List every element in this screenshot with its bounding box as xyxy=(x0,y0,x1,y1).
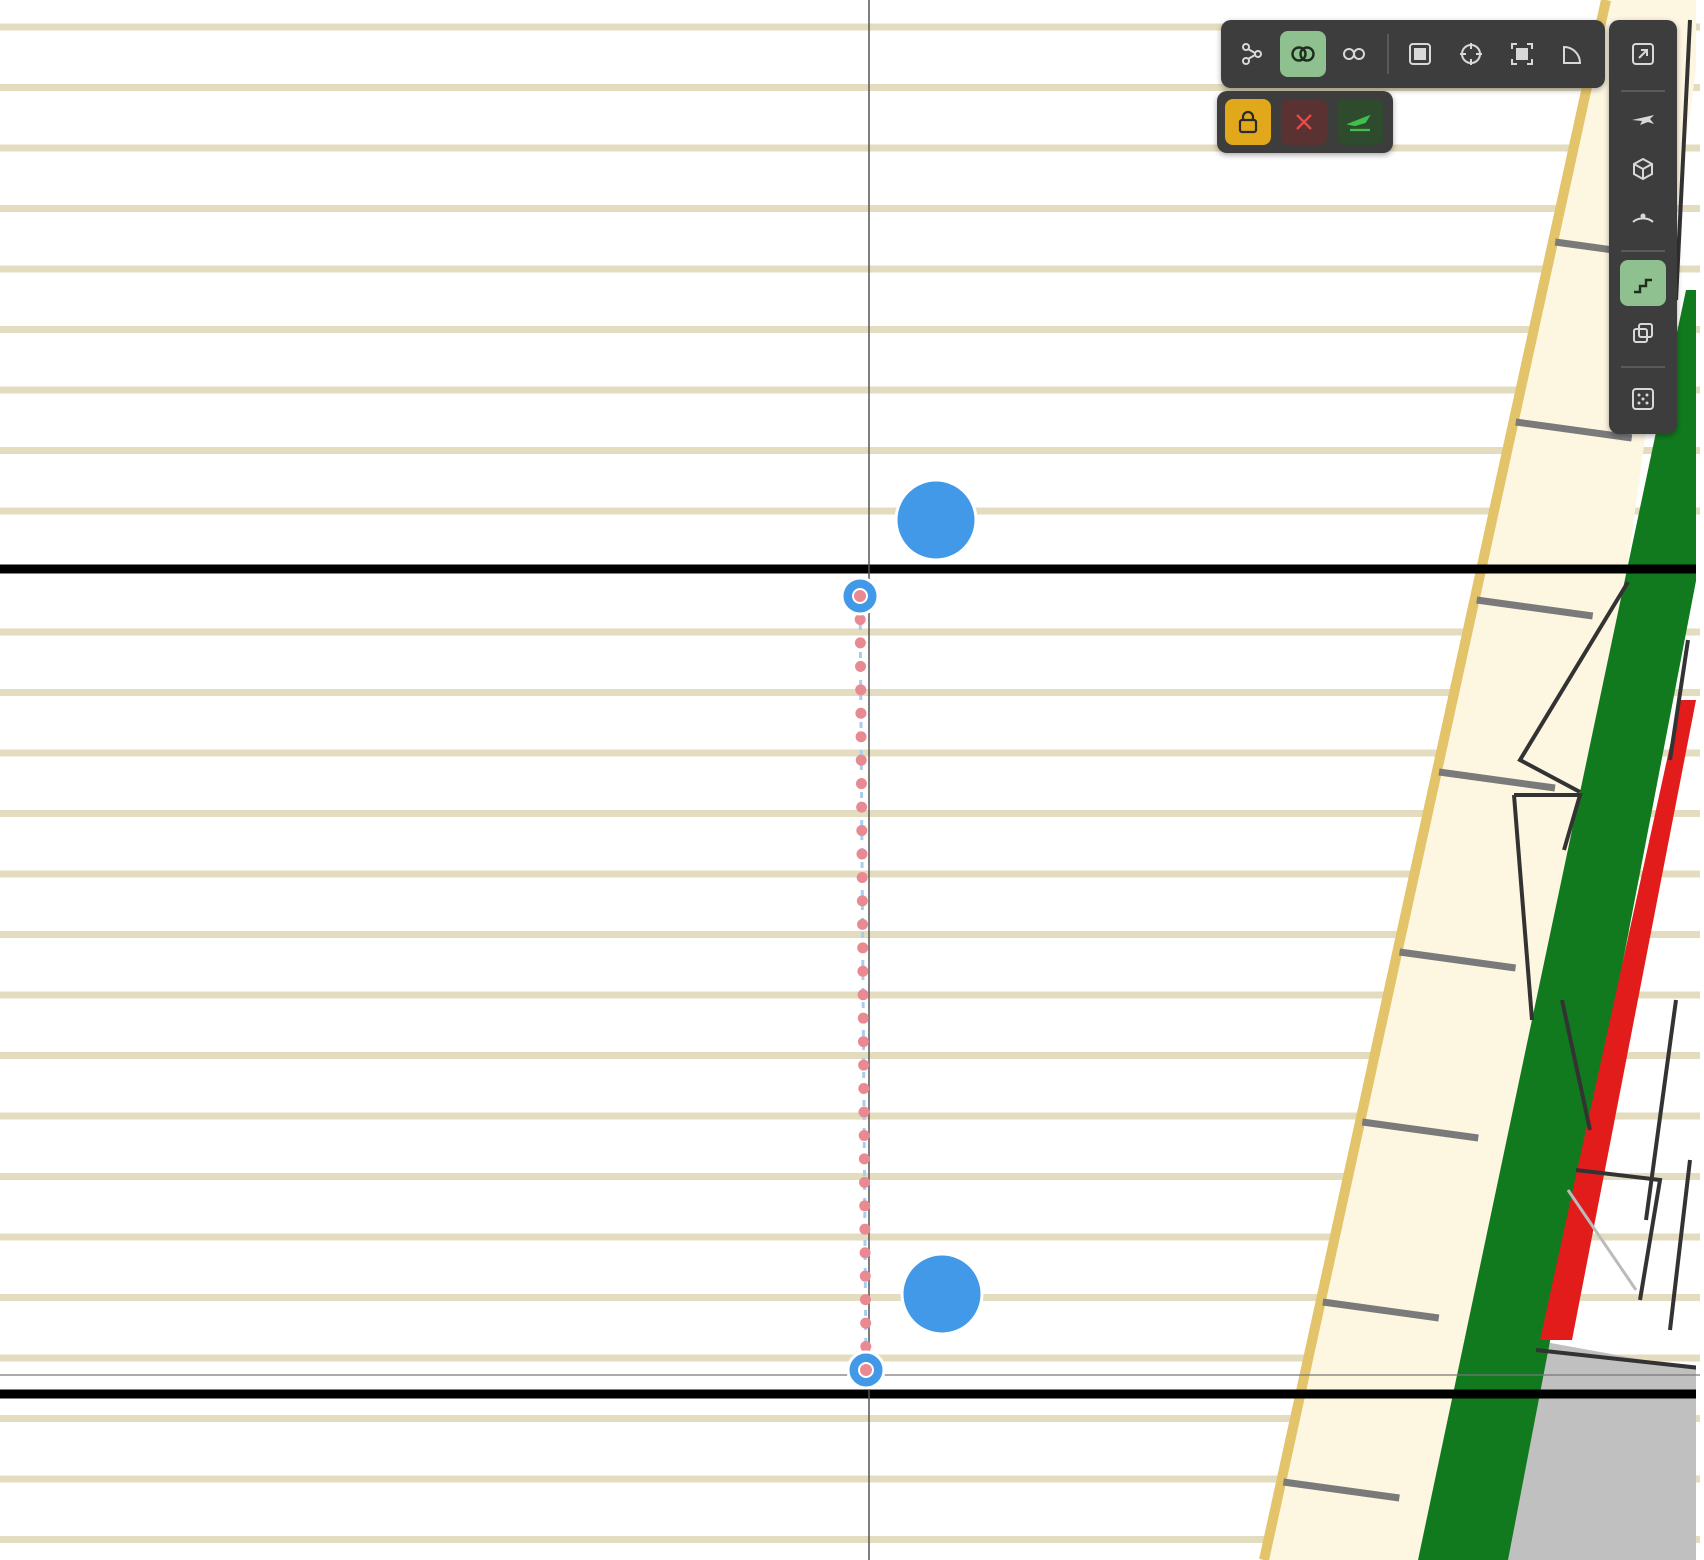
path-dot xyxy=(857,1012,869,1024)
path-dot xyxy=(856,871,868,883)
path-dot xyxy=(860,1317,872,1329)
path-dot xyxy=(855,754,867,766)
path-dot xyxy=(857,942,869,954)
side-separator xyxy=(1621,90,1665,92)
path-dot xyxy=(859,1200,871,1212)
layers-copy-icon xyxy=(1633,323,1653,343)
focus-frame-button[interactable] xyxy=(1499,31,1545,77)
path-dot xyxy=(855,684,867,696)
path-dot xyxy=(859,1294,871,1306)
path-dot xyxy=(855,778,867,790)
arc-curve-button[interactable] xyxy=(1620,196,1666,242)
path-dot xyxy=(856,825,868,837)
path-dot xyxy=(854,613,866,625)
path-dot xyxy=(858,1083,870,1095)
cube-button[interactable] xyxy=(1620,146,1666,192)
square-frame-icon xyxy=(1409,43,1431,65)
control-handle-lower[interactable] xyxy=(900,1252,984,1336)
stairs-icon xyxy=(1634,278,1652,294)
intersect-rings-icon xyxy=(1291,46,1315,62)
plane-takeoff-icon xyxy=(1347,114,1371,132)
path-dot xyxy=(858,1106,870,1118)
cancel-button[interactable] xyxy=(1281,99,1327,145)
expand-icon xyxy=(1632,43,1654,65)
toolbar-separator xyxy=(1387,34,1389,74)
side-separator xyxy=(1621,250,1665,252)
path-end-handle[interactable] xyxy=(846,1350,886,1390)
lock-icon xyxy=(1238,110,1258,134)
plane-button[interactable] xyxy=(1620,96,1666,142)
grid-dots-icon xyxy=(1632,388,1654,410)
tool-toolbar xyxy=(1221,20,1605,88)
path-dot xyxy=(859,1247,871,1259)
lock-button[interactable] xyxy=(1225,99,1271,145)
path-dot xyxy=(858,1059,870,1071)
plane-icon xyxy=(1632,115,1654,125)
path-dot xyxy=(856,895,868,907)
cube-icon xyxy=(1633,157,1653,181)
path-dot xyxy=(858,1153,870,1165)
path-dot xyxy=(857,918,869,930)
path-dot xyxy=(855,707,867,719)
intersect-rings-button[interactable] xyxy=(1280,31,1326,77)
control-handle-upper[interactable] xyxy=(894,478,978,562)
path-dot xyxy=(860,1341,872,1353)
grid-dots-button[interactable] xyxy=(1620,376,1666,422)
stairs-button[interactable] xyxy=(1620,260,1666,306)
side-toolbar xyxy=(1609,20,1677,434)
chain-link-button[interactable] xyxy=(1331,31,1377,77)
map-canvas[interactable] xyxy=(0,0,1704,1560)
path-dot xyxy=(855,660,867,672)
square-frame-button[interactable] xyxy=(1397,31,1443,77)
path-dot xyxy=(859,1270,871,1282)
path-dot xyxy=(856,848,868,860)
path-dot xyxy=(856,801,868,813)
side-separator xyxy=(1621,366,1665,368)
path-dot xyxy=(859,1176,871,1188)
focus-frame-icon xyxy=(1511,43,1533,65)
chain-link-icon xyxy=(1343,48,1365,60)
crosshair-target-icon xyxy=(1460,43,1482,65)
graph-nodes-button[interactable] xyxy=(1229,31,1275,77)
arc-curve-icon xyxy=(1632,213,1654,223)
quarter-arc-button[interactable] xyxy=(1550,31,1596,77)
graph-nodes-icon xyxy=(1242,43,1262,65)
path-dot xyxy=(855,731,867,743)
layers-copy-button[interactable] xyxy=(1620,310,1666,356)
expand-button[interactable] xyxy=(1620,31,1666,77)
path-dot xyxy=(859,1223,871,1235)
path-dot xyxy=(858,1129,870,1141)
action-toolbar xyxy=(1217,91,1393,153)
path-start-handle[interactable] xyxy=(840,576,880,616)
path-dot xyxy=(857,989,869,1001)
crosshair-target-button[interactable] xyxy=(1448,31,1494,77)
quarter-arc-icon xyxy=(1563,45,1582,64)
path-dot xyxy=(857,965,869,977)
path-dot xyxy=(857,1036,869,1048)
close-icon xyxy=(1296,114,1312,130)
takeoff-button[interactable] xyxy=(1337,99,1383,145)
path-dot xyxy=(854,637,866,649)
